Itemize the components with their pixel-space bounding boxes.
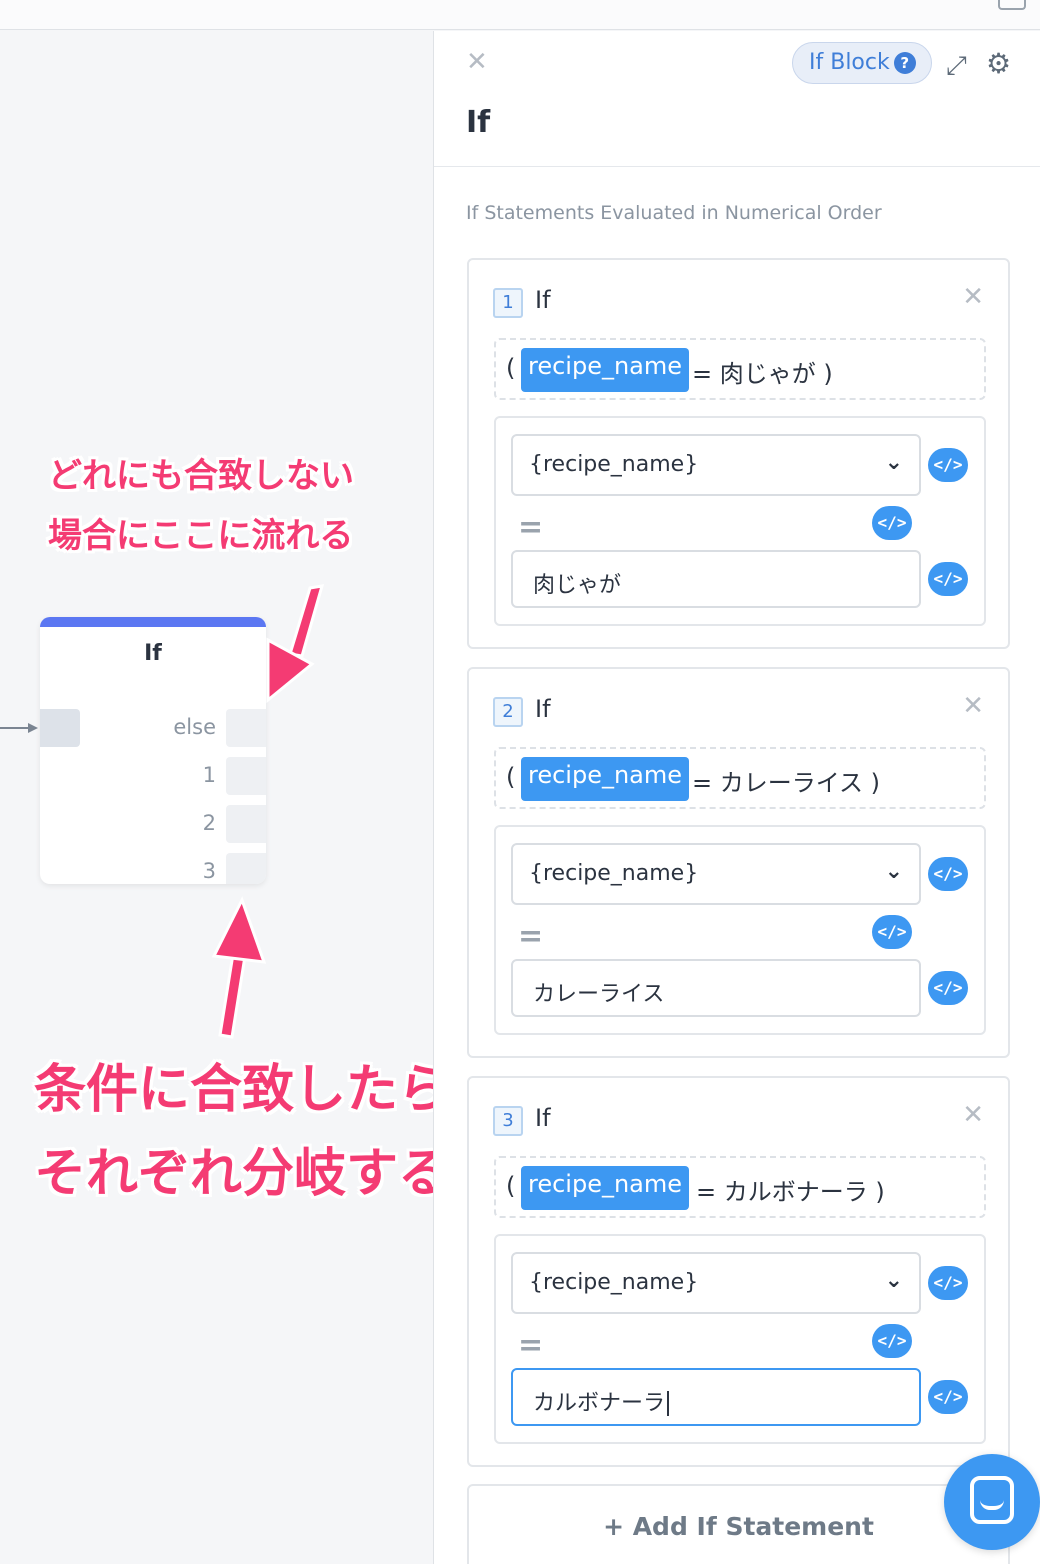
variable-chip: recipe_name	[521, 348, 690, 392]
condition-editor: {recipe_name} ⌄ </> = </> カルボナーラ </>	[494, 1234, 986, 1444]
remove-statement-icon[interactable]: ✕	[962, 691, 984, 721]
value-input-text: カルボナーラ	[533, 1391, 666, 1416]
chat-launcher-button[interactable]	[944, 1454, 1040, 1550]
code-icon[interactable]: </>	[928, 1380, 968, 1414]
value-input-text: カレーライス	[533, 982, 665, 1007]
help-icon[interactable]: ?	[893, 52, 916, 74]
order-note: If Statements Evaluated in Numerical Ord…	[466, 202, 882, 224]
gear-icon[interactable]: ⚙	[986, 47, 1011, 80]
code-icon[interactable]: </>	[928, 562, 968, 596]
operator-equals[interactable]: =	[518, 919, 543, 954]
variable-select-value: {recipe_name}	[529, 861, 699, 886]
annotation-line: 条件に合致したら	[34, 1060, 451, 1120]
annotation-arrow-up-icon	[211, 896, 267, 1039]
if-statement-card: 2 If ✕ ( recipe_name = カレーライス ) {recipe_…	[467, 667, 1010, 1058]
if-statement-card: 3 If ✕ ( recipe_name = カルボナーラ ) {recipe_…	[467, 1076, 1010, 1467]
annotation-line: それぞれ分岐する	[34, 1144, 451, 1204]
open-paren: (	[506, 354, 516, 382]
statement-label: If	[535, 695, 551, 723]
statement-number-badge: 3	[493, 1106, 523, 1136]
expand-icon[interactable]: ⤢	[946, 51, 967, 82]
value-input[interactable]: カルボナーラ	[511, 1368, 921, 1426]
chevron-down-icon: ⌄	[884, 859, 903, 884]
variable-select[interactable]: {recipe_name} ⌄	[511, 434, 921, 496]
variable-select-value: {recipe_name}	[529, 452, 699, 477]
condition-preview: ( recipe_name = 肉じゃが )	[494, 338, 986, 400]
chevron-down-icon: ⌄	[884, 1268, 903, 1293]
annotation-arrow-down-icon	[266, 584, 325, 704]
condition-preview: ( recipe_name = カレーライス )	[494, 747, 986, 809]
statement-number-badge: 1	[493, 288, 523, 318]
notification-icon[interactable]	[998, 0, 1026, 10]
add-if-statement-button[interactable]: + Add If Statement	[467, 1484, 1010, 1564]
variable-chip: recipe_name	[521, 757, 690, 801]
annotation-arrows	[211, 584, 325, 1039]
statement-label: If	[535, 286, 551, 314]
block-type-label: If Block	[809, 50, 890, 75]
condition-text: = 肉じゃが )	[692, 360, 833, 388]
statement-label: If	[535, 1104, 551, 1132]
code-icon[interactable]: </>	[872, 915, 912, 949]
variable-select[interactable]: {recipe_name} ⌄	[511, 843, 921, 905]
code-icon[interactable]: </>	[872, 1324, 912, 1358]
condition-text: = カレーライス )	[692, 769, 881, 797]
value-input[interactable]: 肉じゃが	[511, 550, 921, 608]
block-type-badge[interactable]: If Block?	[792, 42, 932, 84]
operator-equals[interactable]: =	[518, 510, 543, 545]
operator-equals[interactable]: =	[518, 1328, 543, 1363]
divider	[434, 166, 1040, 167]
remove-statement-icon[interactable]: ✕	[962, 1100, 984, 1130]
code-icon[interactable]: </>	[928, 1266, 968, 1300]
condition-preview: ( recipe_name = カルボナーラ )	[494, 1156, 986, 1218]
code-icon[interactable]: </>	[872, 506, 912, 540]
variable-select-value: {recipe_name}	[529, 1270, 699, 1295]
variable-chip: recipe_name	[521, 1166, 690, 1210]
code-icon[interactable]: </>	[928, 857, 968, 891]
condition-text: = カルボナーラ )	[696, 1178, 885, 1206]
code-icon[interactable]: </>	[928, 448, 968, 482]
condition-editor: {recipe_name} ⌄ </> = </> カレーライス </>	[494, 825, 986, 1035]
statement-number-badge: 2	[493, 697, 523, 727]
annotation-branch-note: 条件に合致したら それぞれ分岐する	[34, 1048, 450, 1216]
open-paren: (	[506, 1172, 516, 1200]
chevron-down-icon: ⌄	[884, 450, 903, 475]
open-paren: (	[506, 763, 516, 791]
variable-select[interactable]: {recipe_name} ⌄	[511, 1252, 921, 1314]
value-input-text: 肉じゃが	[533, 573, 622, 598]
text-cursor	[667, 1391, 670, 1416]
value-input[interactable]: カレーライス	[511, 959, 921, 1017]
if-statement-card: 1 If ✕ ( recipe_name = 肉じゃが ) {recipe_na…	[467, 258, 1010, 649]
close-panel-icon[interactable]: ✕	[466, 47, 488, 77]
editor-panel: ✕ If Block? ⤢ ⚙ If If Statements Evaluat…	[433, 31, 1040, 1564]
condition-editor: {recipe_name} ⌄ </> = </> 肉じゃが </>	[494, 416, 986, 626]
code-icon[interactable]: </>	[928, 971, 968, 1005]
panel-title: If	[466, 105, 491, 140]
remove-statement-icon[interactable]: ✕	[962, 282, 984, 312]
